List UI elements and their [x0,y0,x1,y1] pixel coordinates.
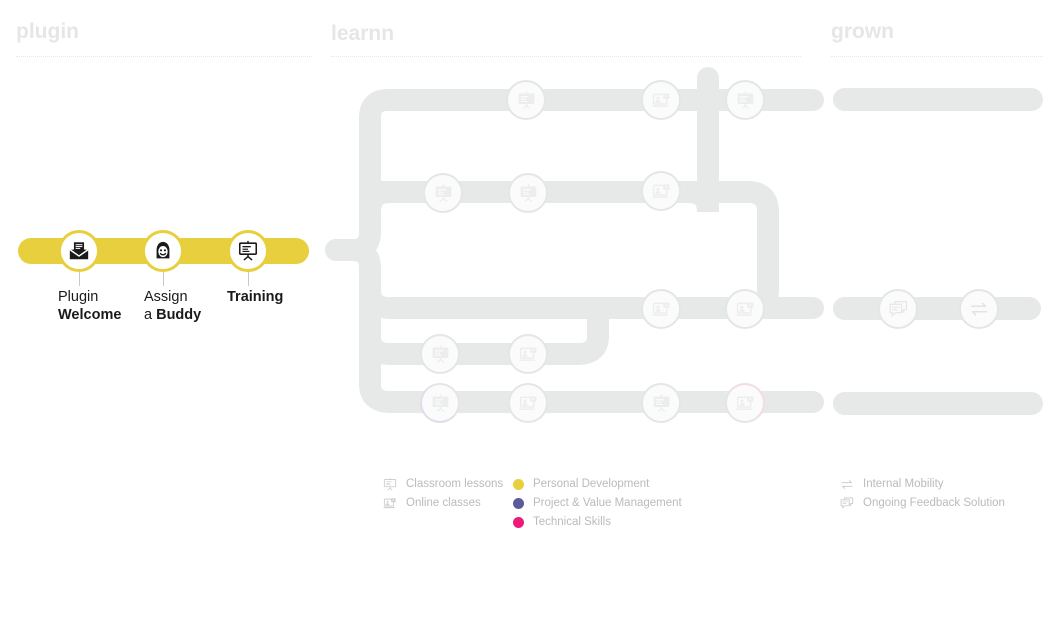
legend-label-project-value: Project & Value Management [533,497,682,509]
legend-label-personal-development: Personal Development [533,478,650,490]
grow-bar-bottom [833,392,1043,415]
legend-item-classroom: Classroom lessons [381,475,503,494]
column-rule-learn [331,56,801,57]
presentation-board-icon [381,477,398,492]
legend-dot-technical-skills [513,517,524,528]
legend-item-project-value: Project & Value Management [513,494,682,513]
online-class-icon [381,496,398,511]
legend-learn-categories: Personal Development Project & Value Man… [513,475,682,532]
presentation-board-icon [432,344,448,363]
plugin-label-welcome: Plugin Welcome [58,288,121,324]
legend-label-online: Online classes [406,497,481,509]
plugin-node-stem-3 [248,272,249,286]
legend-item-online: Online classes [381,494,503,513]
plugin-label-training: Training [227,288,283,306]
mobility-arrows-icon [838,477,855,492]
learn-node-14[interactable] [725,383,765,423]
plugin-label-buddy-line1: Assign [144,289,188,305]
legend-item-personal-development: Personal Development [513,475,682,494]
presentation-board-icon [238,240,258,261]
grow-bar-middle [833,297,1041,320]
presentation-board-icon [435,183,451,202]
presentation-board-icon [518,90,534,109]
presentation-board-icon [737,90,753,109]
legend-grow: Internal Mobility Ongoing Feedback Solut… [838,475,1005,513]
online-class-icon [735,396,753,410]
presentation-board-icon [653,393,669,412]
column-title-grow: grown [831,20,894,43]
grow-node-feedback[interactable] [878,289,918,329]
grow-node-mobility[interactable] [959,289,999,329]
learn-node-4[interactable] [423,173,463,213]
learn-node-1[interactable] [506,80,546,120]
column-rule-grow [831,56,1043,57]
online-class-icon [651,184,669,198]
feedback-bubble-icon [838,496,855,511]
learn-tree-tracks [325,67,824,413]
plugin-label-buddy-prefix: a [144,307,157,323]
plugin-node-stem-1 [79,272,80,286]
plugin-node-welcome[interactable] [58,230,100,272]
legend-item-internal-mobility: Internal Mobility [838,475,1005,494]
learn-node-8[interactable] [725,289,765,329]
presentation-board-icon [520,183,536,202]
learn-node-11[interactable] [420,383,460,423]
online-class-icon [518,396,536,410]
learn-node-3[interactable] [725,80,765,120]
column-rule-plugin [16,56,312,57]
plugin-node-stem-2 [163,272,164,286]
legend-item-ongoing-feedback: Ongoing Feedback Solution [838,494,1005,513]
online-class-icon [651,93,669,107]
learn-node-10[interactable] [508,334,548,374]
feedback-bubble-icon [889,300,907,317]
buddy-person-icon [156,241,170,259]
grow-bar-top [833,88,1043,111]
mobility-arrows-icon [970,302,988,316]
legend-label-technical-skills: Technical Skills [533,516,611,528]
plugin-label-welcome-line1: Plugin [58,289,99,305]
mail-envelope-icon [69,242,89,260]
legend-learn-types: Classroom lessons Online classes [381,475,503,513]
plugin-label-buddy: Assign a Buddy [144,288,201,324]
learn-node-13[interactable] [641,383,681,423]
learn-node-5[interactable] [508,173,548,213]
online-class-icon [651,302,669,316]
learn-node-7[interactable] [641,289,681,329]
learn-node-12[interactable] [508,383,548,423]
legend-item-technical-skills: Technical Skills [513,513,682,532]
learn-node-2[interactable] [641,80,681,120]
online-class-icon [735,302,753,316]
legend-label-classroom: Classroom lessons [406,478,504,490]
column-title-plugin: plugin [16,20,79,43]
learn-node-9[interactable] [420,334,460,374]
plugin-label-welcome-line2: Welcome [58,307,122,323]
column-title-learn: learnn [331,22,395,45]
plugin-node-buddy[interactable] [142,230,184,272]
plugin-node-training[interactable] [227,230,269,272]
legend-dot-project-value [513,498,524,509]
legend-label-internal-mobility: Internal Mobility [863,478,944,490]
legend-label-ongoing-feedback: Ongoing Feedback Solution [863,497,1005,509]
plugin-label-buddy-line2: Buddy [156,307,202,323]
presentation-board-icon [432,393,448,412]
online-class-icon [518,347,536,361]
legend-dot-personal-development [513,479,524,490]
learn-node-6[interactable] [641,171,681,211]
plugin-label-training-line2: Training [227,289,284,305]
